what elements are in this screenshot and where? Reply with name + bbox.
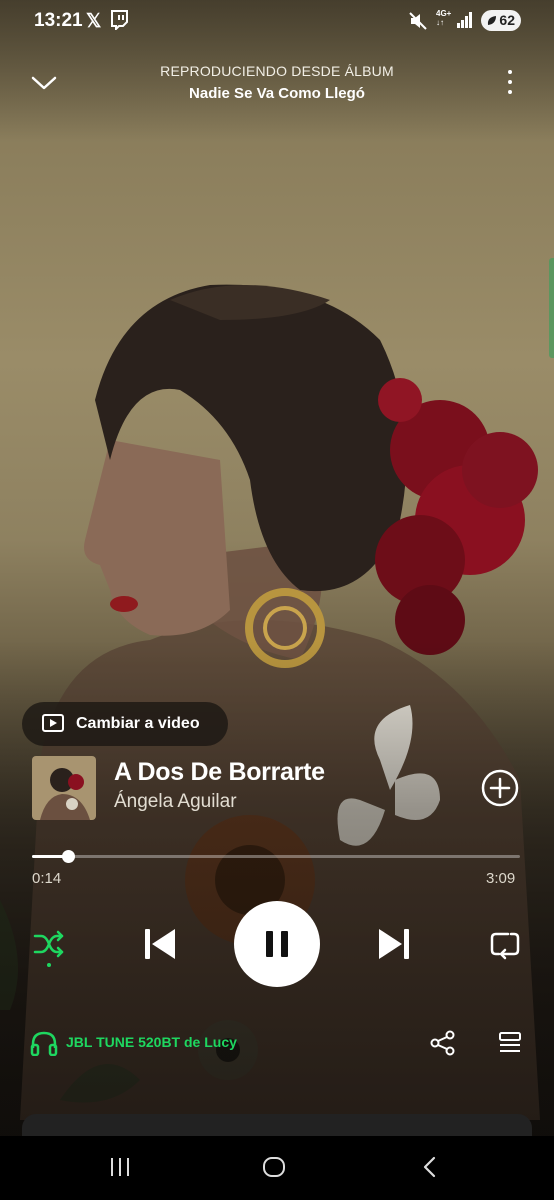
skip-previous-icon[interactable] — [140, 924, 180, 964]
total-time: 3:09 — [486, 870, 516, 887]
signal-icon — [457, 12, 472, 28]
recents-icon[interactable] — [108, 1156, 132, 1178]
add-circle-icon[interactable] — [480, 768, 520, 808]
pause-button[interactable] — [234, 901, 320, 987]
elapsed-time: 0:14 — [32, 870, 62, 887]
status-bar: 13:21 𝕏 4G+ ↓↑ 62 — [0, 0, 554, 40]
connected-device-label[interactable]: JBL TUNE 520BT de Lucy — [66, 1034, 237, 1050]
battery-indicator: 62 — [481, 10, 521, 31]
skip-next-icon[interactable] — [374, 924, 414, 964]
album-cover-thumbnail[interactable] — [32, 756, 96, 820]
back-icon[interactable] — [420, 1156, 440, 1178]
edge-panel-handle[interactable] — [549, 258, 554, 358]
repeat-icon[interactable] — [488, 928, 522, 962]
switch-to-video-label: Cambiar a video — [76, 715, 200, 732]
status-time: 13:21 — [34, 10, 83, 31]
queue-icon[interactable] — [497, 1030, 523, 1056]
twitch-icon — [111, 10, 128, 30]
shuffle-icon[interactable] — [32, 928, 66, 968]
pause-icon — [266, 931, 273, 957]
switch-to-video-button[interactable]: Cambiar a video — [22, 702, 228, 746]
album-name[interactable]: Nadie Se Va Como Llegó — [100, 85, 454, 102]
battery-level: 62 — [499, 12, 515, 28]
x-logo-icon: 𝕏 — [86, 11, 102, 32]
more-vertical-icon[interactable] — [500, 66, 520, 98]
mute-icon — [409, 12, 427, 30]
headphones-icon[interactable] — [30, 1030, 58, 1056]
home-icon[interactable] — [262, 1155, 286, 1179]
network-type: 4G+ ↓↑ — [436, 9, 452, 27]
track-title[interactable]: A Dos De Borrarte — [114, 758, 325, 787]
share-icon[interactable] — [430, 1030, 456, 1056]
chevron-down-icon[interactable] — [30, 72, 58, 94]
playing-from-label: REPRODUCIENDO DESDE ÁLBUM — [160, 63, 394, 79]
track-artist[interactable]: Ángela Aguilar — [114, 791, 237, 813]
video-play-icon — [42, 714, 64, 732]
battery-leaf-icon — [487, 16, 496, 25]
progress-bar[interactable] — [32, 850, 520, 863]
